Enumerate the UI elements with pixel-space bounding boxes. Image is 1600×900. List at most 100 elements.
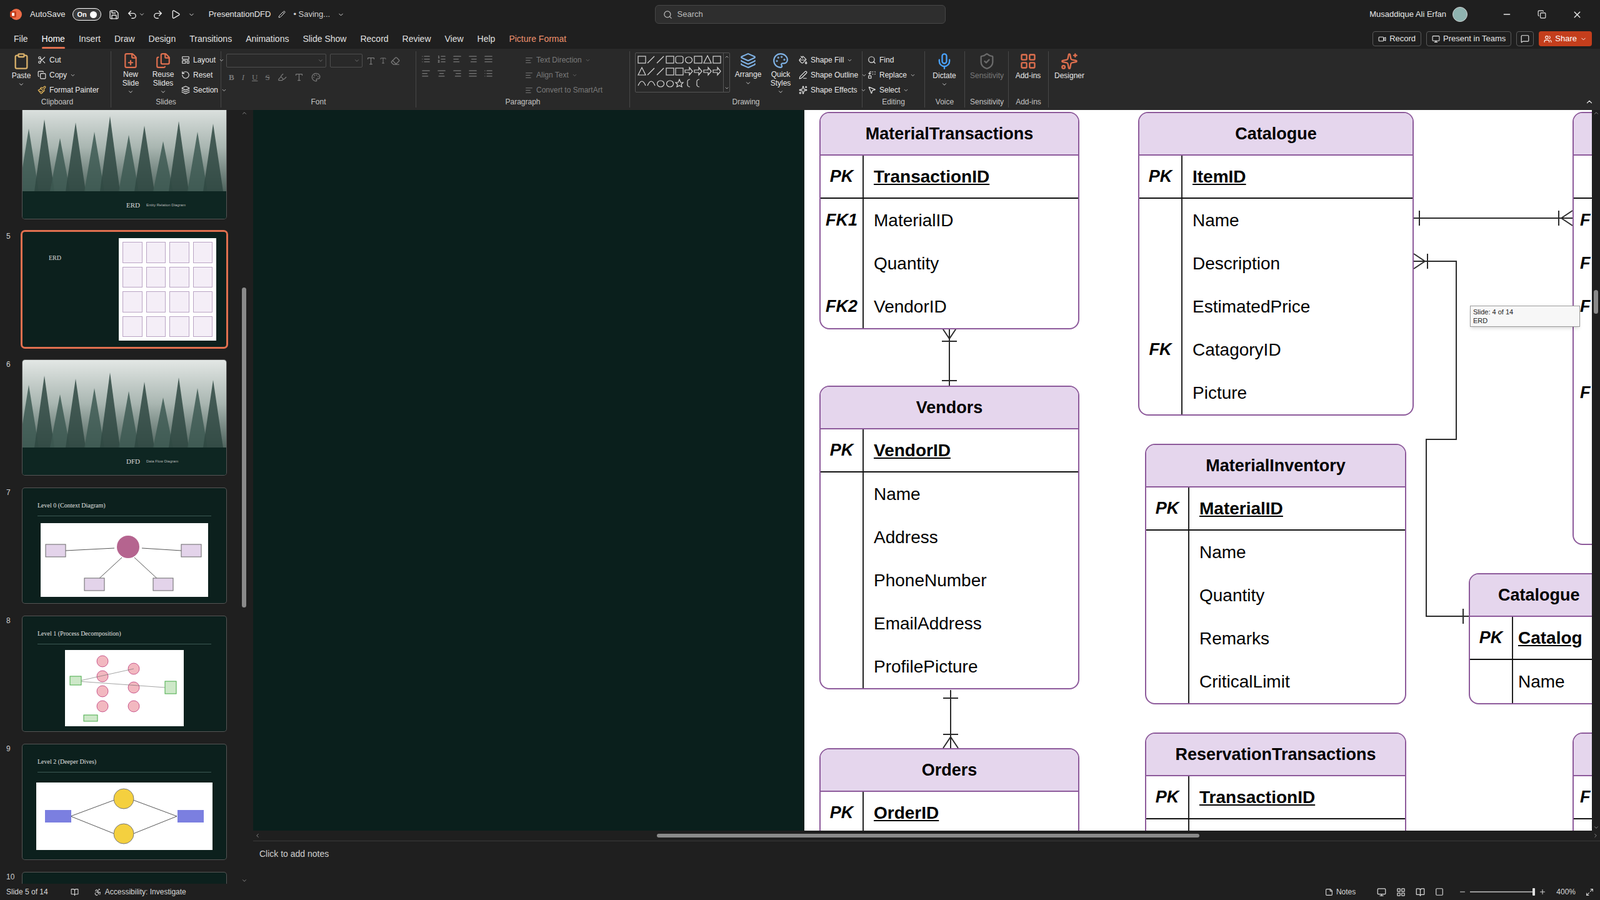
menu-tab[interactable]: Help — [477, 32, 496, 46]
primary-key-row[interactable]: PKOrderID — [820, 791, 1079, 831]
comments-button[interactable] — [1516, 31, 1534, 47]
file-menu-icon[interactable] — [337, 11, 345, 19]
menu-tab[interactable]: Review — [402, 32, 432, 46]
entity-table[interactable]: F — [1572, 732, 1592, 831]
primary-key-row[interactable]: PKMaterialID — [1146, 487, 1405, 531]
shapes-gallery[interactable] — [635, 52, 730, 93]
scroll-up-icon[interactable] — [241, 110, 248, 117]
attribute-row[interactable]: F — [1573, 371, 1592, 415]
zoom-slider[interactable] — [1458, 888, 1547, 896]
spelling-icon[interactable] — [70, 888, 79, 897]
menu-tab[interactable]: Design — [148, 32, 177, 46]
entity-table[interactable]: CataloguePKCatalogName — [1468, 573, 1592, 705]
scroll-thumb[interactable] — [1593, 290, 1599, 315]
menu-tab[interactable]: Picture Format — [508, 32, 567, 46]
entity-table[interactable]: OrdersPKOrderID — [819, 748, 1080, 831]
normal-view-icon[interactable] — [1376, 887, 1387, 897]
menu-tab[interactable]: Record — [360, 32, 389, 46]
primary-key-row[interactable]: PKTransactionID — [820, 155, 1079, 199]
minimize-icon[interactable] — [1501, 9, 1512, 20]
attribute-row[interactable]: ProfilePicture — [820, 645, 1079, 689]
reading-view-icon[interactable] — [1415, 887, 1425, 897]
slide-thumbnail-row[interactable]: 8Level 1 (Process Decomposition) — [0, 616, 240, 732]
slides-large-button[interactable]: New Slide — [116, 52, 145, 95]
zoom-in-icon[interactable] — [1538, 888, 1547, 896]
sensitivity-button[interactable]: Sensitivity — [970, 52, 1004, 80]
menu-tab[interactable]: Insert — [78, 32, 101, 46]
notes-pane[interactable]: Click to add notes — [253, 840, 1600, 884]
user-avatar[interactable] — [1452, 6, 1468, 22]
notes-toggle[interactable]: Notes — [1325, 886, 1356, 898]
drawing-large-button[interactable]: Arrange — [733, 52, 763, 87]
attribute-row[interactable]: F — [1573, 198, 1592, 242]
primary-key-row[interactable]: PKItemID — [1139, 155, 1413, 199]
slide-thumbnail-row[interactable]: 10 — [0, 872, 240, 884]
primary-key-row[interactable]: F — [1573, 776, 1592, 820]
paste-button[interactable]: Paste — [8, 52, 34, 88]
undo-icon[interactable] — [126, 9, 138, 20]
primary-key-row[interactable]: PKCatalog — [1470, 616, 1592, 660]
zoom-out-icon[interactable] — [1458, 888, 1467, 896]
attribute-row[interactable] — [1573, 414, 1592, 458]
gallery-more-icon[interactable] — [724, 85, 730, 91]
slide-thumbnail[interactable]: ERD — [22, 231, 227, 347]
header-action-button[interactable]: Record — [1372, 31, 1422, 47]
slide-horizontal-scrollbar[interactable] — [253, 830, 1600, 841]
paragraph-command[interactable]: Text Direction — [525, 52, 603, 68]
attribute-row[interactable]: Quantity — [820, 241, 1079, 285]
slide-vertical-scrollbar[interactable] — [1591, 110, 1600, 831]
slide-thumbnail[interactable]: Level 2 (Deeper Dives) — [22, 744, 227, 860]
slide-thumbnail[interactable] — [22, 872, 227, 884]
entity-table[interactable]: ReservationTransactionsPKTransactionID — [1145, 732, 1407, 831]
save-icon[interactable] — [108, 9, 120, 20]
slide-thumbnail[interactable]: Level 1 (Process Decomposition) — [22, 616, 227, 732]
editing-command[interactable]: Select — [867, 82, 916, 98]
clipboard-command[interactable]: Cut — [37, 52, 99, 68]
undo-dropdown-icon[interactable] — [138, 11, 145, 18]
gallery-up-icon[interactable] — [724, 54, 730, 60]
primary-key-row[interactable]: PKTransactionID — [1146, 776, 1405, 820]
slide-show-icon[interactable] — [1435, 887, 1444, 897]
editing-command[interactable]: Replace — [867, 67, 916, 83]
clipboard-command[interactable]: Copy — [37, 67, 99, 83]
designer-button[interactable]: Designer — [1053, 52, 1085, 80]
zoom-level[interactable]: 400% — [1556, 886, 1576, 898]
addins-button[interactable]: Add-ins — [1013, 52, 1043, 80]
entity-table[interactable]: VendorsPKVendorIDNameAddressPhoneNumberE… — [819, 385, 1080, 690]
slide-thumbnail[interactable]: Level 0 (Context Diagram) — [22, 488, 227, 604]
rename-icon[interactable] — [278, 10, 286, 19]
attribute-row[interactable]: FK2VendorID — [820, 285, 1079, 329]
slide-thumbnail-row[interactable]: 9Level 2 (Deeper Dives) — [0, 744, 240, 860]
slides-command[interactable]: Reset — [181, 67, 227, 83]
attribute-row[interactable] — [1573, 457, 1592, 501]
attribute-row[interactable]: FKCatagoryID — [1139, 328, 1413, 372]
menu-tab[interactable]: Home — [41, 32, 65, 46]
attribute-row[interactable]: Remarks — [1146, 616, 1405, 660]
attribute-row[interactable]: Name — [1146, 530, 1405, 574]
redo-icon[interactable] — [152, 9, 164, 20]
entity-table[interactable]: MaterialTransactionsPKTransactionIDFK1Ma… — [819, 111, 1080, 330]
slide-thumbnail[interactable]: DFDData Flow Diagram — [22, 360, 227, 475]
drawing-command[interactable]: Shape Outline — [798, 67, 867, 83]
start-slideshow-icon[interactable] — [170, 9, 181, 20]
slides-command[interactable]: Section — [181, 82, 227, 98]
search-box[interactable]: Search — [655, 5, 946, 24]
slide-thumbnail-row[interactable]: 5ERD — [0, 231, 240, 347]
drawing-command[interactable]: Shape Fill — [798, 52, 867, 68]
scroll-down-icon[interactable] — [1593, 824, 1600, 831]
slide-thumbnail-row[interactable]: 6DFDData Flow Diagram — [0, 360, 240, 475]
primary-key-row[interactable] — [1573, 155, 1592, 199]
entity-table[interactable]: CataloguePKItemIDNameDescriptionEstimate… — [1138, 111, 1414, 416]
slide-thumbnail[interactable]: ERDEntity Relation Diagram — [22, 110, 227, 219]
clipboard-command[interactable]: Format Painter — [37, 82, 99, 98]
primary-key-row[interactable]: PKVendorID — [820, 429, 1079, 473]
autosave-toggle[interactable]: On — [72, 8, 101, 21]
attribute-row[interactable]: Name — [1470, 660, 1592, 704]
close-icon[interactable] — [1571, 9, 1583, 20]
entity-table[interactable]: FFFF — [1572, 111, 1592, 545]
attribute-row[interactable]: Address — [820, 515, 1079, 559]
slides-scrollbar[interactable] — [240, 110, 249, 884]
menu-tab[interactable]: Transitions — [189, 32, 232, 46]
share-button[interactable]: Share — [1538, 31, 1592, 47]
restore-icon[interactable] — [1537, 10, 1547, 19]
